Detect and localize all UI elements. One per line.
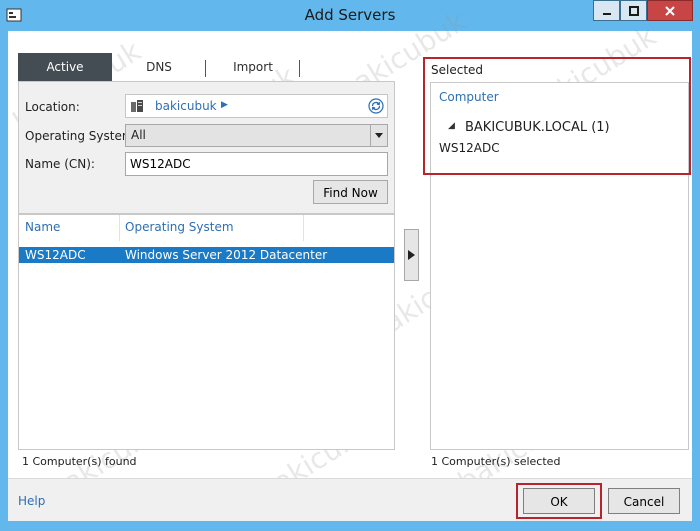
add-selected-button[interactable]: [404, 229, 419, 281]
add-servers-window: Add Servers bakicubuk bakicubuk bakicubu…: [0, 0, 700, 531]
cancel-button[interactable]: Cancel: [608, 488, 680, 514]
domain-icon: [131, 100, 143, 112]
minimize-icon: [602, 12, 611, 15]
location-field[interactable]: bakicubuk ▶: [125, 94, 388, 118]
maximize-button[interactable]: [620, 0, 647, 21]
column-divider[interactable]: [303, 215, 304, 241]
chevron-right-icon[interactable]: ▶: [221, 100, 228, 110]
title-bar[interactable]: Add Servers: [0, 0, 700, 30]
results-list[interactable]: Name Operating System WS12ADC Windows Se…: [18, 214, 395, 450]
tab-divider: [299, 60, 300, 77]
window-bottom-border: [0, 521, 700, 531]
tab-import[interactable]: Import: [206, 53, 300, 81]
name-label: Name (CN):: [25, 157, 95, 171]
minimize-button[interactable]: [593, 0, 620, 21]
close-icon: [665, 5, 675, 16]
selected-count: 1 Computer(s) selected: [431, 455, 561, 468]
dropdown-button[interactable]: [370, 125, 387, 146]
location-value[interactable]: bakicubuk: [155, 99, 217, 113]
chevron-down-icon: [375, 132, 383, 138]
name-input[interactable]: [125, 152, 388, 176]
table-row[interactable]: WS12ADC Windows Server 2012 Datacenter: [19, 247, 394, 263]
arrow-right-icon: [408, 250, 415, 260]
find-now-button[interactable]: Find Now: [313, 180, 388, 204]
os-label: Operating System:: [25, 129, 138, 143]
refresh-icon[interactable]: [368, 98, 384, 114]
found-count: 1 Computer(s) found: [22, 455, 137, 468]
tab-active-directory[interactable]: Active Directory: [18, 53, 112, 102]
help-link[interactable]: Help: [18, 494, 45, 508]
column-header-os[interactable]: Operating System: [125, 220, 234, 234]
location-label: Location:: [25, 100, 80, 114]
row-os-cell: Windows Server 2012 Datacenter: [125, 248, 328, 262]
os-select[interactable]: All: [125, 124, 388, 147]
column-header-name[interactable]: Name: [25, 220, 60, 234]
maximize-icon: [628, 5, 639, 16]
row-name-cell: WS12ADC: [25, 248, 86, 262]
os-selected-value: All: [131, 128, 146, 142]
highlight-box: [423, 57, 691, 175]
highlight-box: [516, 483, 602, 519]
column-divider[interactable]: [119, 215, 120, 241]
tab-dns[interactable]: DNS: [112, 53, 206, 81]
close-button[interactable]: [647, 0, 693, 21]
